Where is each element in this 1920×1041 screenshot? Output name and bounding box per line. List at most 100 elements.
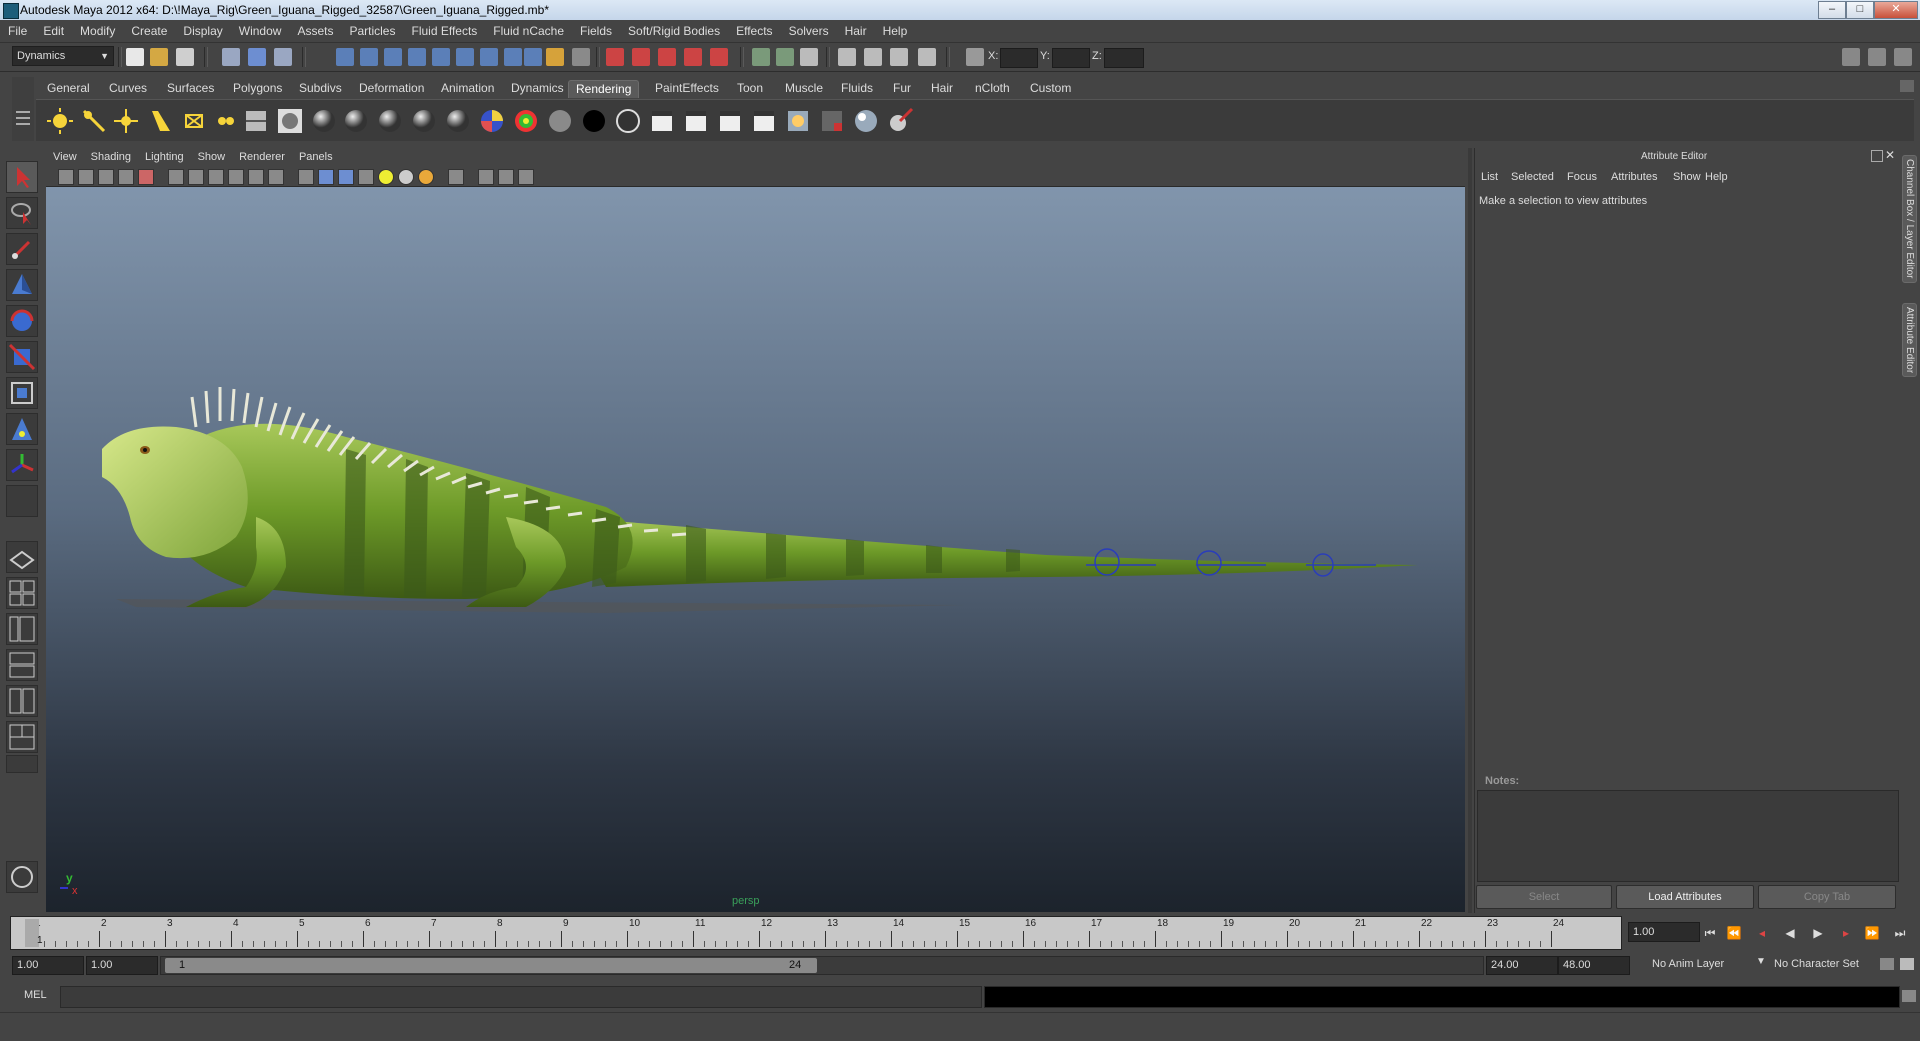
snap-point-icon[interactable] — [658, 48, 676, 66]
lock-camera-icon[interactable] — [78, 169, 94, 185]
select-misc-icon[interactable] — [480, 48, 498, 66]
tab-dynamics[interactable]: Dynamics — [504, 80, 571, 97]
minimize-button[interactable]: – — [1818, 1, 1846, 19]
snap-grid-icon[interactable] — [606, 48, 624, 66]
show-hide-tool-settings-icon[interactable] — [1868, 48, 1886, 66]
tab-fluids[interactable]: Fluids — [834, 80, 880, 97]
directional-light-icon[interactable] — [80, 107, 108, 135]
gate-mask-icon[interactable] — [228, 169, 244, 185]
ae-menu-focus[interactable]: Focus — [1567, 171, 1597, 183]
iguana-model[interactable] — [46, 187, 1465, 912]
attribute-editor-side-tab[interactable]: Attribute Editor — [1902, 303, 1917, 378]
character-set-dropdown[interactable]: No Character Set — [1774, 958, 1859, 970]
input-line-mode-icon[interactable] — [966, 48, 984, 66]
smooth-shade-icon[interactable] — [318, 169, 334, 185]
anisotropic-sphere-icon[interactable] — [444, 107, 472, 135]
go-to-end-icon[interactable]: ⏭ — [1890, 924, 1910, 942]
panel-menu-renderer[interactable]: Renderer — [232, 148, 292, 166]
current-time-field[interactable]: 1.00 — [1628, 922, 1700, 942]
menu-fluid-ncache[interactable]: Fluid nCache — [485, 20, 572, 42]
menu-soft-rigid-bodies[interactable]: Soft/Rigid Bodies — [620, 20, 728, 42]
select-dynamics-icon[interactable] — [456, 48, 474, 66]
render-settings-clapper-icon[interactable] — [716, 107, 744, 135]
command-input[interactable] — [60, 986, 982, 1008]
scale-tool-icon[interactable] — [6, 341, 38, 373]
render-layer-icon[interactable] — [818, 107, 846, 135]
menu-effects[interactable]: Effects — [728, 20, 780, 42]
make-live-icon[interactable] — [710, 48, 728, 66]
wireframe-icon[interactable] — [298, 169, 314, 185]
ae-menu-selected[interactable]: Selected — [1511, 171, 1554, 183]
question-mark-icon[interactable] — [524, 48, 542, 66]
resolution-gate-icon[interactable] — [208, 169, 224, 185]
open-scene-icon[interactable] — [150, 48, 168, 66]
film-gate-icon[interactable] — [188, 169, 204, 185]
step-back-key-icon[interactable]: ⏪ — [1724, 924, 1744, 942]
perspective-viewport[interactable]: persp y x — [46, 187, 1465, 912]
camera-attributes-icon[interactable] — [98, 169, 114, 185]
soft-modification-icon[interactable] — [6, 413, 38, 445]
paint-brush-icon[interactable] — [886, 107, 914, 135]
last-tool-slot[interactable] — [6, 485, 38, 517]
script-editor-icon[interactable] — [1902, 990, 1916, 1002]
ae-select-button[interactable]: Select — [1476, 885, 1612, 909]
ramp-shader-icon[interactable] — [512, 107, 540, 135]
time-slider[interactable]: 123456789101112131415161718192021222324 … — [10, 916, 1622, 950]
show-hide-channel-box-icon[interactable] — [1894, 48, 1912, 66]
tab-deformation[interactable]: Deformation — [352, 80, 431, 97]
grid-icon[interactable] — [168, 169, 184, 185]
auto-key-icon[interactable] — [1880, 958, 1894, 970]
command-language-label[interactable]: MEL — [24, 989, 47, 1001]
persp-graph-layout-icon[interactable] — [6, 649, 38, 681]
y-input[interactable] — [1052, 48, 1090, 68]
use-background-icon[interactable] — [614, 107, 642, 135]
universal-manipulator-icon[interactable] — [6, 377, 38, 409]
move-tool-icon[interactable] — [6, 269, 38, 301]
field-chart-icon[interactable] — [248, 169, 264, 185]
ae-menu-show[interactable]: Show — [1673, 171, 1701, 183]
panel-menu-panels[interactable]: Panels — [292, 148, 340, 166]
select-joints-icon[interactable] — [360, 48, 378, 66]
select-tool-icon[interactable] — [6, 161, 38, 193]
phong-sphere-icon[interactable] — [376, 107, 404, 135]
textured-icon[interactable] — [358, 169, 374, 185]
ambient-light-icon[interactable] — [46, 107, 74, 135]
ae-load-attributes-button[interactable]: Load Attributes — [1616, 885, 1754, 909]
animation-preferences-icon[interactable] — [1900, 958, 1914, 970]
single-perspective-layout-icon[interactable] — [6, 541, 38, 573]
ae-menu-help[interactable]: Help — [1705, 171, 1728, 183]
maximize-button[interactable]: □ — [1846, 1, 1874, 19]
tab-custom[interactable]: Custom — [1023, 80, 1078, 97]
input-ops-icon[interactable] — [752, 48, 770, 66]
layout-more-button[interactable] — [6, 755, 38, 773]
step-forward-key-icon[interactable]: ⏩ — [1862, 924, 1882, 942]
use-all-lights-icon[interactable] — [378, 169, 394, 185]
notes-textarea[interactable] — [1477, 790, 1899, 882]
tab-general[interactable]: General — [40, 80, 97, 97]
select-all-icon[interactable] — [504, 48, 522, 66]
highlight-selection-icon[interactable] — [572, 48, 590, 66]
shelf-options-icon[interactable] — [1900, 80, 1914, 92]
anim-layer-chevron-icon[interactable]: ▼ — [1756, 956, 1766, 967]
lock-selection-icon[interactable] — [546, 48, 564, 66]
tab-muscle[interactable]: Muscle — [778, 80, 830, 97]
step-back-frame-icon[interactable]: ◂ — [1752, 924, 1772, 942]
range-slider-handle[interactable]: 1 24 — [165, 958, 817, 973]
menu-create[interactable]: Create — [123, 20, 175, 42]
select-handles-icon[interactable] — [336, 48, 354, 66]
panel-menu-view[interactable]: View — [46, 148, 84, 166]
panel-menu-lighting[interactable]: Lighting — [138, 148, 191, 166]
play-backward-icon[interactable]: ◀ — [1780, 924, 1800, 942]
isolate-select-icon[interactable] — [448, 169, 464, 185]
channel-box-side-tab[interactable]: Channel Box / Layer Editor — [1902, 155, 1917, 283]
menu-particles[interactable]: Particles — [341, 20, 403, 42]
x-input[interactable] — [1000, 48, 1038, 68]
point-light-icon[interactable] — [112, 107, 140, 135]
range-slider-track[interactable]: 1 24 — [160, 956, 1484, 975]
layered-shader-icon[interactable] — [478, 107, 506, 135]
tab-toon[interactable]: Toon — [730, 80, 770, 97]
menu-hair[interactable]: Hair — [837, 20, 875, 42]
blinn-sphere-icon[interactable] — [342, 107, 370, 135]
tab-fur[interactable]: Fur — [886, 80, 918, 97]
tab-curves[interactable]: Curves — [102, 80, 154, 97]
